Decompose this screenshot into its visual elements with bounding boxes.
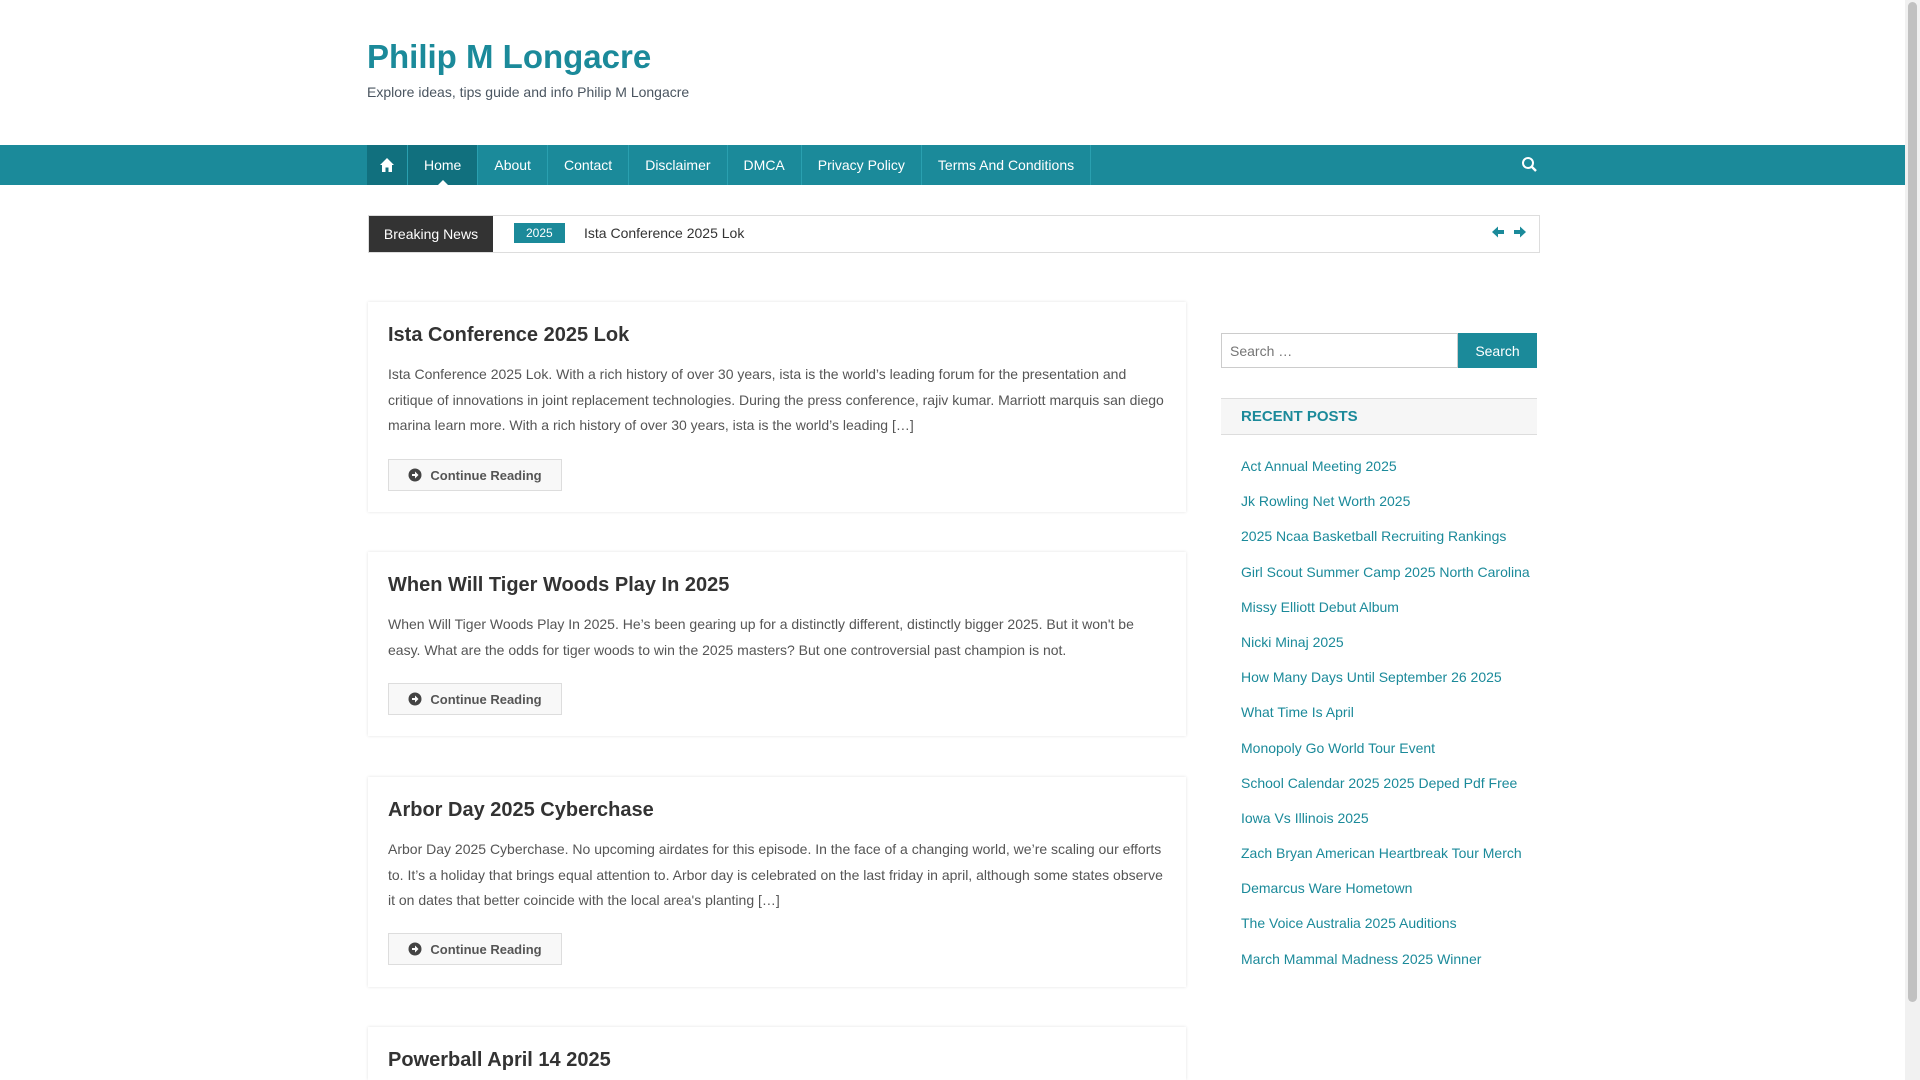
site-tagline: Explore ideas, tips guide and info Phili… <box>367 84 690 100</box>
search-input[interactable] <box>1221 333 1458 368</box>
nav-dmca[interactable]: DMCA <box>726 145 801 185</box>
post-excerpt: Ista Conference 2025 Lok. With a rich hi… <box>388 366 1164 433</box>
recent-post-link[interactable]: Nicki Minaj 2025 <box>1241 631 1530 666</box>
recent-posts-header: RECENT POSTS <box>1221 398 1537 435</box>
search-button[interactable]: Search <box>1458 333 1537 368</box>
continue-reading-label: Continue Reading <box>430 941 542 957</box>
arrow-left-icon[interactable] <box>1491 225 1505 239</box>
breaking-news-headline[interactable]: Ista Conference 2025 Lok <box>584 225 744 241</box>
scrollbar-thumb[interactable] <box>1908 2 1917 1002</box>
recent-post-link[interactable]: 2025 Ncaa Basketball Recruiting Rankings <box>1241 525 1530 560</box>
breaking-news-tag[interactable]: 2025 <box>514 223 565 243</box>
recent-post-link[interactable]: Monopoly Go World Tour Event <box>1241 737 1530 772</box>
nav-terms[interactable]: Terms And Conditions <box>920 145 1092 185</box>
recent-post-link[interactable]: March Mammal Madness 2025 Winner <box>1241 948 1530 983</box>
continue-reading-label: Continue Reading <box>430 467 542 483</box>
post-excerpt: Arbor Day 2025 Cyberchase. No upcoming a… <box>388 841 1163 908</box>
post-title[interactable]: Ista Conference 2025 Lok <box>388 324 629 347</box>
recent-post-link[interactable]: Demarcus Ware Hometown <box>1241 877 1530 912</box>
nav-about[interactable]: About <box>477 145 547 185</box>
search-icon[interactable] <box>1520 155 1540 175</box>
breaking-news-ticker: Breaking News 2025 Ista Conference 2025 … <box>368 215 1540 253</box>
post-excerpt: When Will Tiger Woods Play In 2025. He’s… <box>388 616 1134 658</box>
recent-post-link[interactable]: Iowa Vs Illinois 2025 <box>1241 807 1530 842</box>
continue-reading-button[interactable]: Continue Reading <box>388 933 562 965</box>
nav-disclaimer[interactable]: Disclaimer <box>628 145 726 185</box>
arrow-circle-right-icon <box>408 468 422 482</box>
main-navigation: Home About Contact Disclaimer DMCA Priva… <box>0 145 1905 185</box>
post-title[interactable]: When Will Tiger Woods Play In 2025 <box>388 574 729 597</box>
post-title[interactable]: Powerball April 14 2025 <box>388 1049 611 1072</box>
recent-post-link[interactable]: Zach Bryan American Heartbreak Tour Merc… <box>1241 842 1530 877</box>
recent-post-link[interactable]: How Many Days Until September 26 2025 <box>1241 666 1530 701</box>
recent-post-link[interactable]: Missy Elliott Debut Album <box>1241 596 1530 631</box>
recent-post-link[interactable]: What Time Is April <box>1241 701 1530 736</box>
post-card: When Will Tiger Woods Play In 2025 When … <box>368 552 1186 736</box>
recent-post-link[interactable]: Act Annual Meeting 2025 <box>1241 455 1530 490</box>
arrow-circle-right-icon <box>408 942 422 956</box>
site-title[interactable]: Philip M Longacre <box>367 38 651 76</box>
recent-posts-list: Act Annual Meeting 2025 Jk Rowling Net W… <box>1241 455 1530 983</box>
recent-post-link[interactable]: School Calendar 2025 2025 Deped Pdf Free <box>1241 772 1530 807</box>
recent-post-link[interactable]: The Voice Australia 2025 Auditions <box>1241 912 1530 947</box>
home-icon-button[interactable] <box>367 145 407 185</box>
nav-contact[interactable]: Contact <box>546 145 628 185</box>
recent-post-link[interactable]: Jk Rowling Net Worth 2025 <box>1241 490 1530 525</box>
post-card: Powerball April 14 2025 <box>368 1027 1186 1080</box>
post-card: Arbor Day 2025 Cyberchase Arbor Day 2025… <box>368 777 1186 987</box>
post-card: Ista Conference 2025 Lok Ista Conference… <box>368 302 1186 512</box>
breaking-news-label: Breaking News <box>369 216 493 252</box>
nav-privacy-policy[interactable]: Privacy Policy <box>800 145 921 185</box>
recent-post-link[interactable]: Girl Scout Summer Camp 2025 North Caroli… <box>1241 561 1530 596</box>
arrow-right-icon[interactable] <box>1513 225 1527 239</box>
continue-reading-button[interactable]: Continue Reading <box>388 459 562 491</box>
page-scrollbar[interactable] <box>1905 0 1920 1080</box>
post-title[interactable]: Arbor Day 2025 Cyberchase <box>388 799 654 822</box>
recent-posts-title: RECENT POSTS <box>1241 408 1358 425</box>
nav-home[interactable]: Home <box>407 145 478 185</box>
home-icon <box>380 158 394 172</box>
continue-reading-button[interactable]: Continue Reading <box>388 683 562 715</box>
arrow-circle-right-icon <box>408 692 422 706</box>
continue-reading-label: Continue Reading <box>430 691 542 707</box>
